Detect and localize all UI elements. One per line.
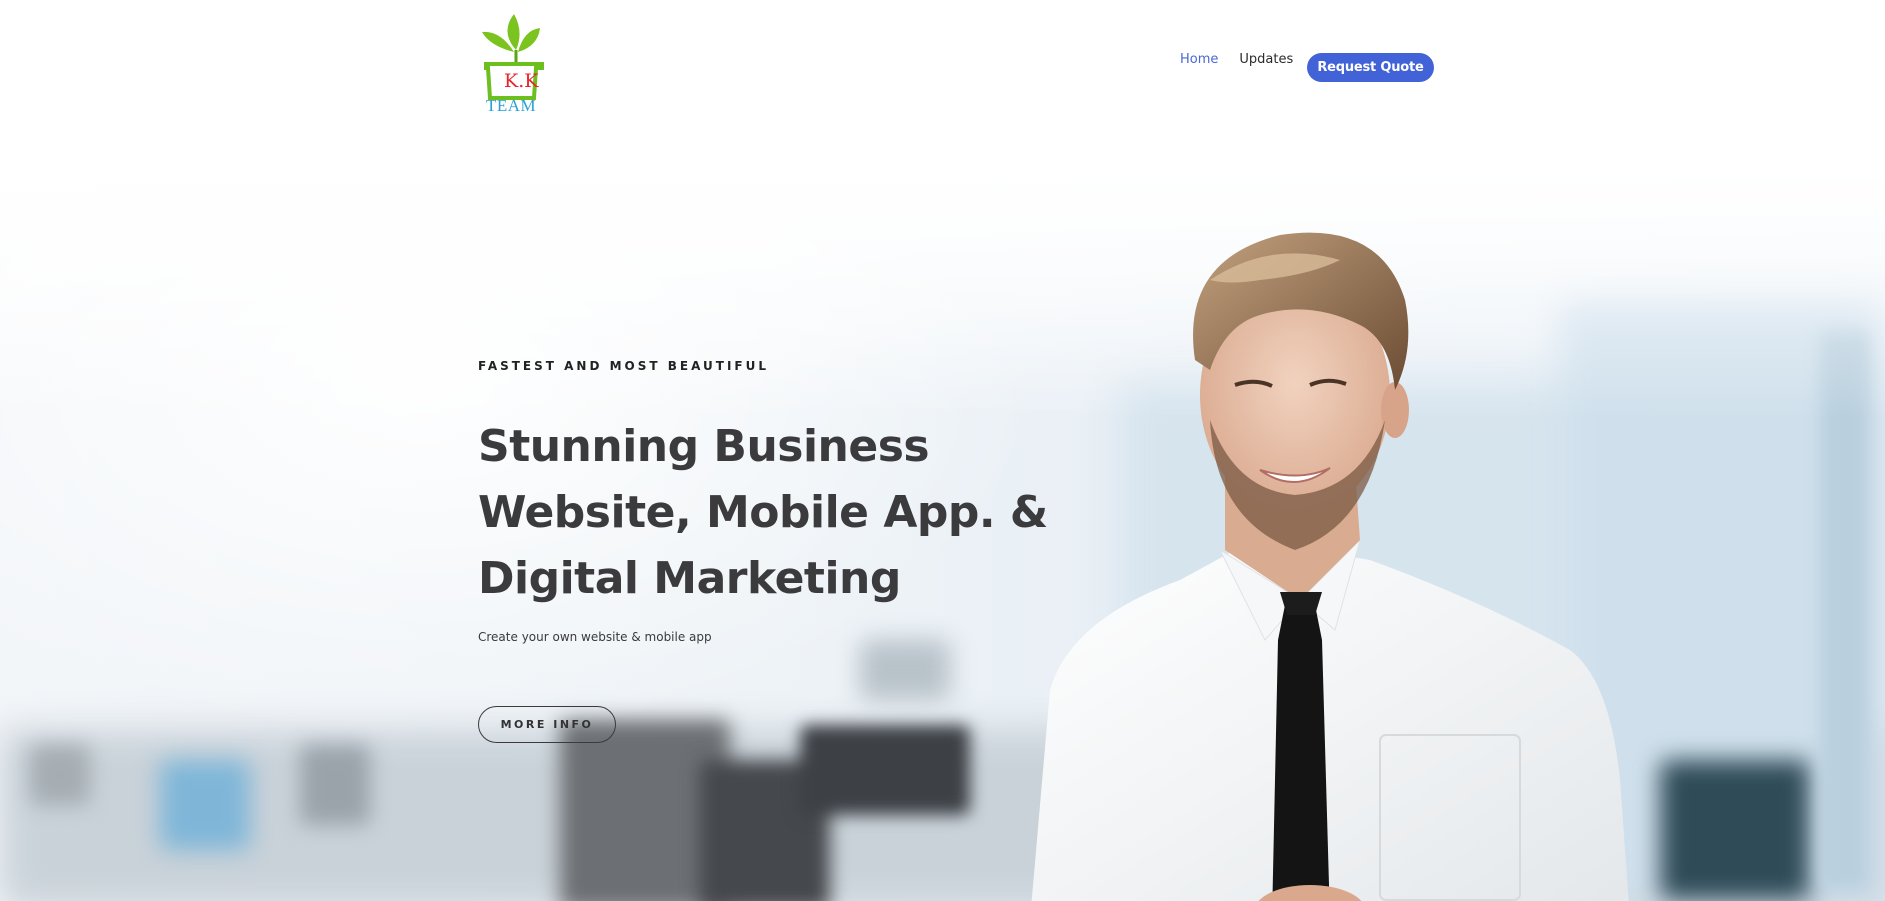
- main-navigation: Home Updates: [1180, 52, 1314, 67]
- hero-eyebrow: FASTEST AND MOST BEAUTIFUL: [478, 359, 769, 373]
- site-header: K.K TEAM Home Updates Request Quote: [0, 0, 1885, 130]
- headline-line-1: Stunning Business: [478, 421, 930, 472]
- brand-logo[interactable]: K.K TEAM: [478, 12, 548, 120]
- logo-initials: K.K: [504, 70, 539, 92]
- headline-line-2: Website, Mobile App. &: [478, 487, 1048, 538]
- hero-headline: Stunning Business Website, Mobile App. &…: [478, 414, 1048, 612]
- more-info-button[interactable]: MORE INFO: [478, 706, 616, 743]
- landing-page: K.K TEAM Home Updates Request Quote FAST…: [0, 0, 1885, 901]
- logo-team-text: TEAM: [486, 96, 537, 115]
- nav-link-updates[interactable]: Updates: [1239, 52, 1293, 67]
- nav-link-home[interactable]: Home: [1180, 52, 1218, 67]
- request-quote-button[interactable]: Request Quote: [1307, 53, 1434, 82]
- headline-line-3: Digital Marketing: [478, 553, 901, 604]
- hero-subtext: Create your own website & mobile app: [478, 630, 712, 644]
- businessman-photo: [1031, 232, 1629, 901]
